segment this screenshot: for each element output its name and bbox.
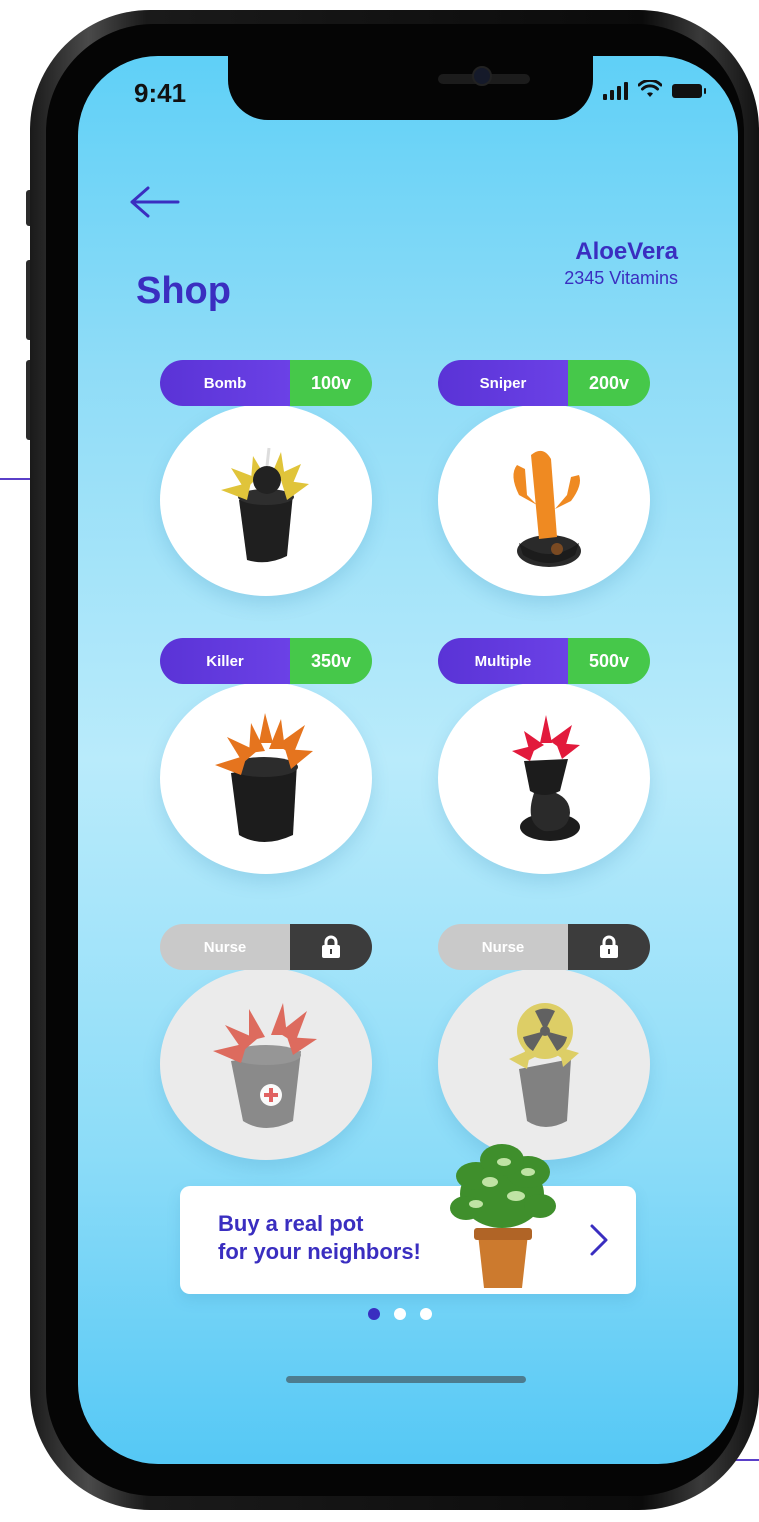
nurse-plant-image [213, 1003, 317, 1128]
lock-icon [322, 935, 340, 958]
killer-plant-image [215, 713, 313, 842]
item-pill: Bomb 100v [160, 360, 372, 406]
user-name: AloeVera [575, 238, 678, 265]
item-name: Sniper [438, 360, 568, 406]
lock-icon [600, 935, 618, 958]
item-lock [290, 924, 372, 970]
sniper-cactus-image [513, 450, 581, 567]
item-name: Killer [160, 638, 290, 684]
multiple-plant-image [512, 715, 580, 841]
phone-screen: 9:41 Shop AloeVera 2345 Vitamins Bomb 10… [78, 56, 738, 1464]
shop-item-killer[interactable]: Killer 350v [160, 638, 372, 878]
item-name: Nurse [160, 924, 290, 970]
bomb-plant-image [221, 447, 309, 563]
real-pot-plant-image [450, 1144, 556, 1288]
nurse-plant-image [509, 1003, 579, 1127]
banner-line-1: Buy a real pot [218, 1211, 364, 1236]
user-vitamins: 2345 Vitamins [564, 268, 678, 288]
item-name: Multiple [438, 638, 568, 684]
chevron-right-icon[interactable] [586, 1220, 612, 1260]
shop-item-multiple[interactable]: Multiple 500v [438, 638, 650, 878]
item-circle [438, 404, 650, 596]
status-time: 9:41 [134, 78, 187, 108]
notch [228, 56, 593, 120]
front-camera [472, 66, 492, 86]
item-circle [160, 404, 372, 596]
item-pill: Killer 350v [160, 638, 372, 684]
shop-item-bomb[interactable]: Bomb 100v [160, 360, 372, 600]
buy-real-pot-banner[interactable]: Buy a real pot for your neighbors! [180, 1144, 636, 1294]
page-dot-active[interactable] [368, 1308, 380, 1320]
shop-item-nurse-locked[interactable]: Nurse [438, 924, 650, 1164]
item-pill: Multiple 500v [438, 638, 650, 684]
item-pill: Nurse [160, 924, 372, 970]
item-pill: Nurse [438, 924, 650, 970]
item-name: Bomb [160, 360, 290, 406]
arrow-left-icon [130, 186, 180, 218]
item-lock [568, 924, 650, 970]
shop-item-nurse-locked[interactable]: Nurse [160, 924, 372, 1164]
page-title: Shop [136, 270, 231, 312]
back-button[interactable] [126, 180, 186, 224]
item-name: Nurse [438, 924, 568, 970]
item-circle [438, 682, 650, 874]
battery-icon [672, 83, 706, 98]
banner-line-2: for your neighbors! [218, 1239, 421, 1264]
banner-text: Buy a real pot for your neighbors! [218, 1210, 421, 1266]
page-dot[interactable] [394, 1308, 406, 1320]
item-circle [160, 682, 372, 874]
signal-icon [603, 81, 628, 100]
item-price: 100v [290, 360, 372, 406]
wifi-icon [637, 78, 663, 101]
item-circle [438, 968, 650, 1160]
item-price: 350v [290, 638, 372, 684]
item-price: 500v [568, 638, 650, 684]
item-price: 200v [568, 360, 650, 406]
item-pill: Sniper 200v [438, 360, 650, 406]
status-icons [603, 78, 706, 101]
item-circle [160, 968, 372, 1160]
page-dot[interactable] [420, 1308, 432, 1320]
home-indicator[interactable] [286, 1376, 526, 1383]
page-indicator [368, 1308, 432, 1320]
shop-item-sniper[interactable]: Sniper 200v [438, 360, 650, 600]
